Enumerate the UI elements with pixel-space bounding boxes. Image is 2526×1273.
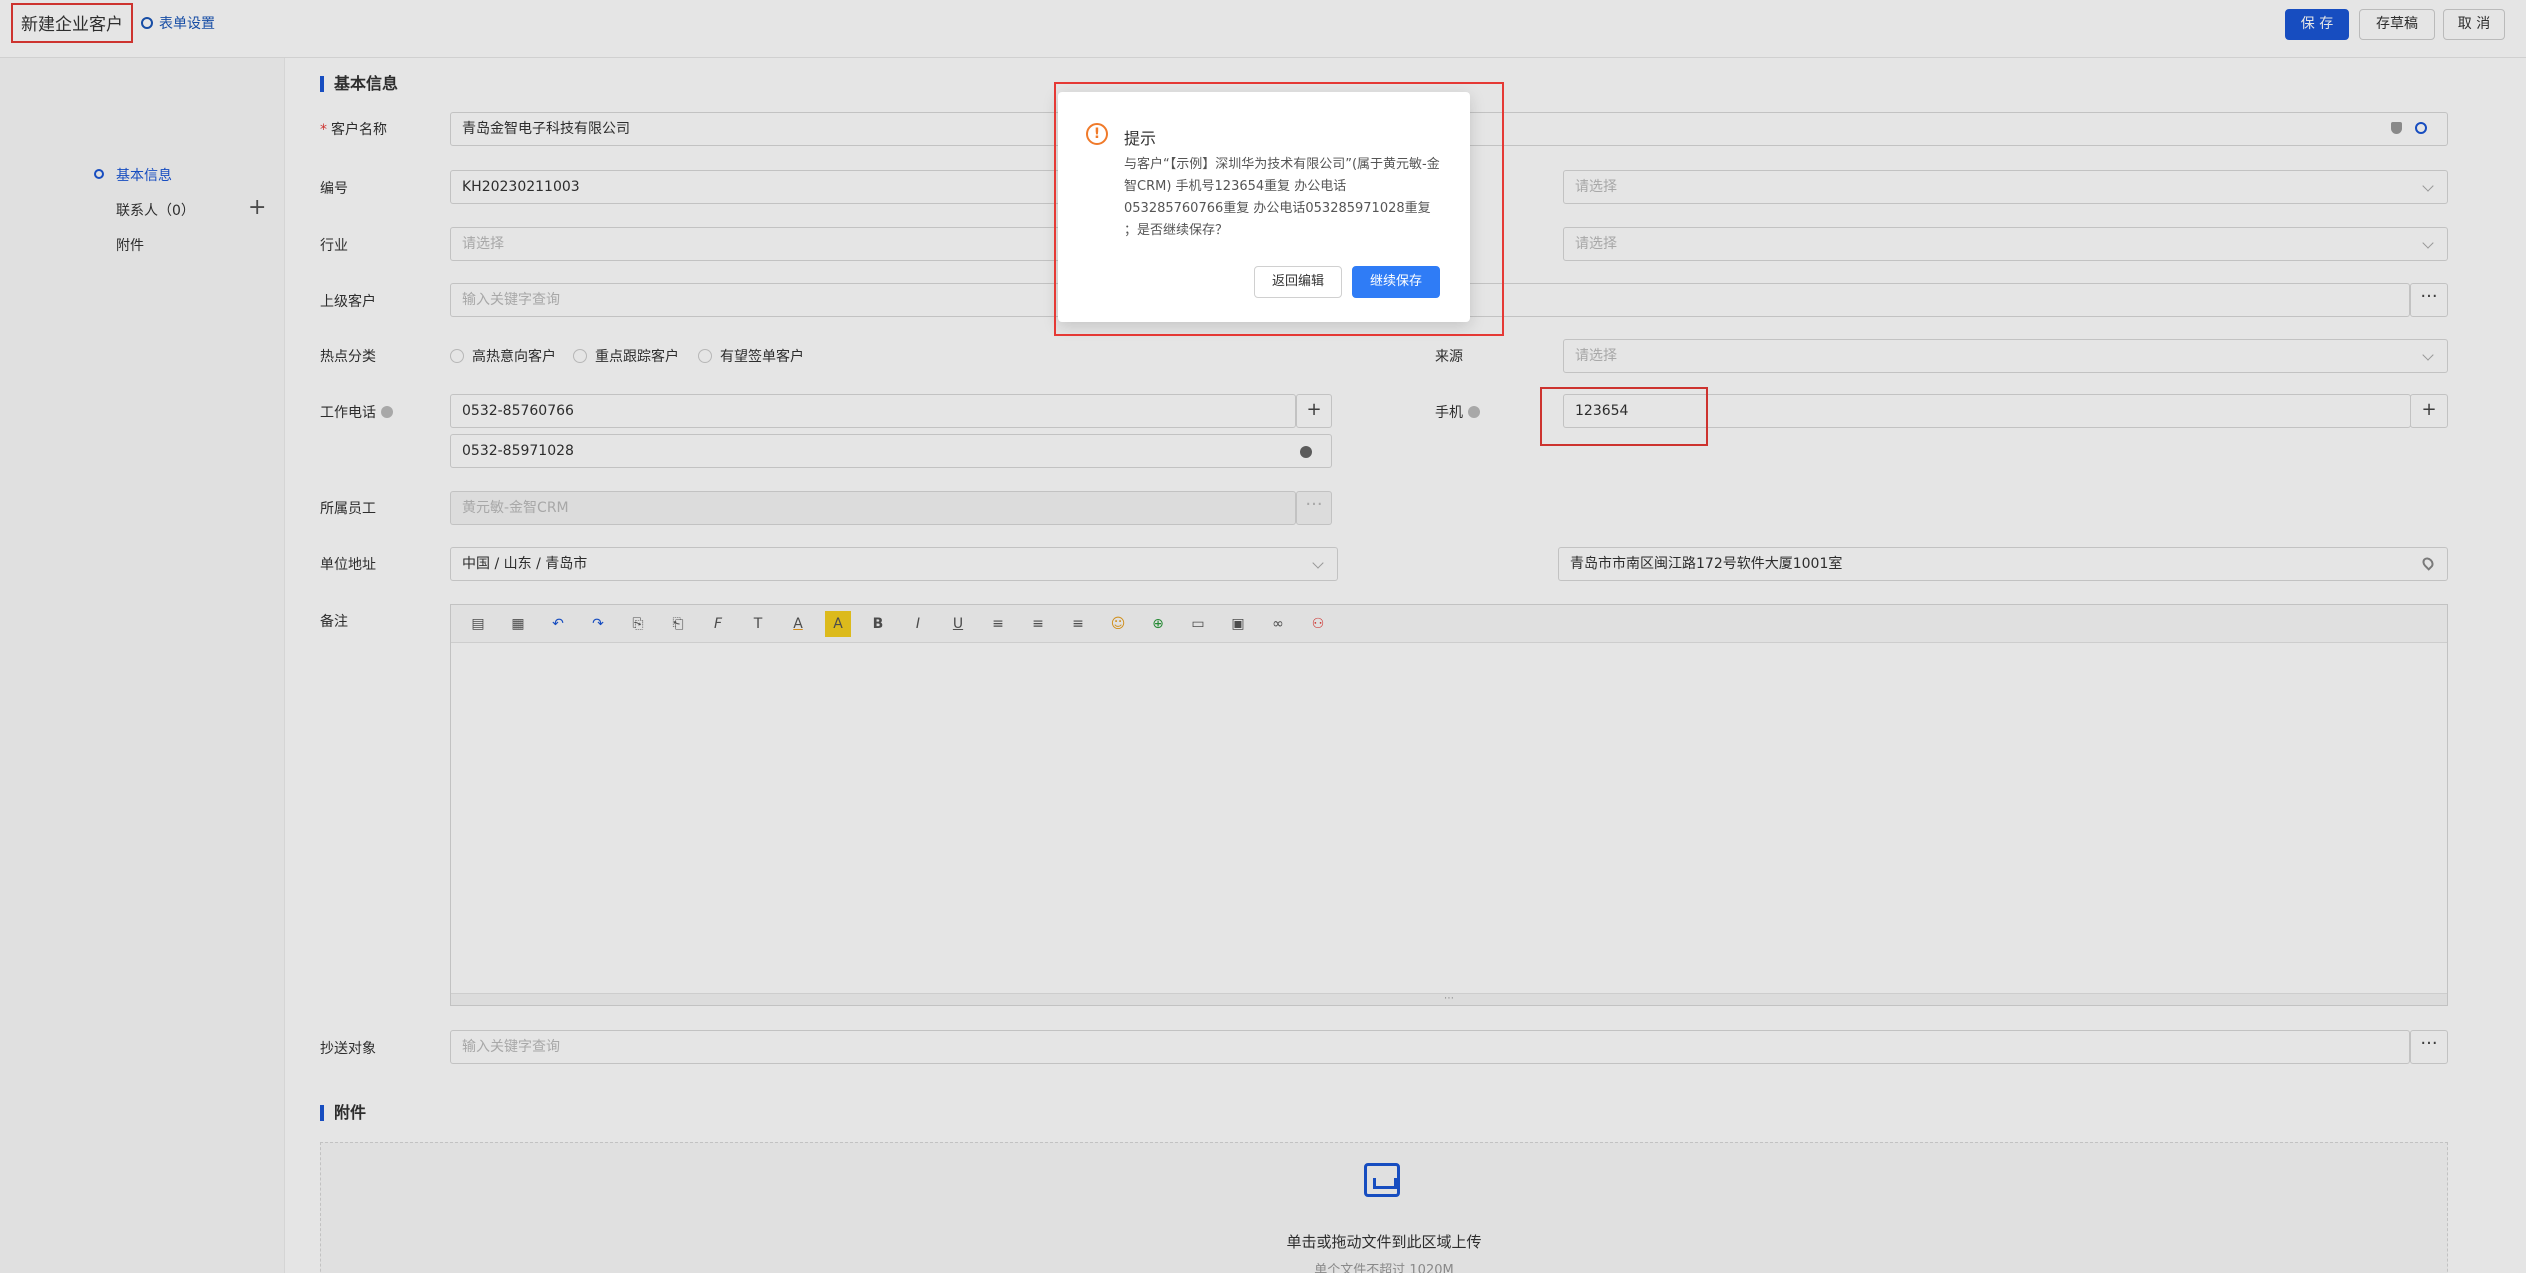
highlight-dialog [1054, 82, 1504, 336]
